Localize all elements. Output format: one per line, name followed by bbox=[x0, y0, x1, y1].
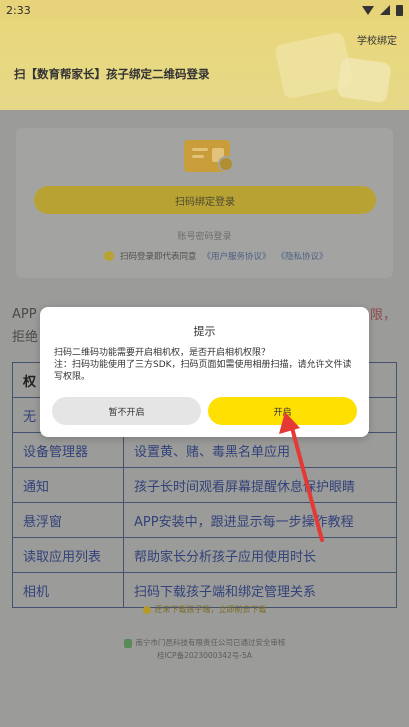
table-row: 读取应用列表 帮助家长分析孩子应用使用时长 bbox=[12, 537, 397, 573]
agreement-prefix: 扫码登录即代表同意 bbox=[120, 252, 197, 262]
scan-bind-login-button[interactable]: 扫码绑定登录 bbox=[34, 186, 376, 214]
table-row: 设备管理器 设置黄、赌、毒黑名单应用 bbox=[12, 432, 397, 468]
id-card-line bbox=[192, 148, 208, 151]
user-agreement-link[interactable]: 《用户服务协议》 bbox=[203, 250, 271, 262]
status-time: 2:33 bbox=[6, 3, 31, 17]
icp-number: 桂ICP备2023000342号-5A bbox=[157, 651, 252, 660]
download-child-app-link[interactable]: 还未下载孩子端，立即前去下载 bbox=[0, 604, 409, 615]
permission-desc: 扫码下载孩子端和绑定管理关系 bbox=[123, 572, 397, 608]
permission-name: 相机 bbox=[12, 572, 124, 608]
dialog-cancel-button[interactable]: 暂不开启 bbox=[52, 397, 201, 425]
id-badge-icon bbox=[218, 156, 234, 172]
permission-name: 通知 bbox=[12, 467, 124, 503]
permission-notice-line2: 拒绝 bbox=[12, 330, 39, 345]
permission-desc: 帮助家长分析孩子应用使用时长 bbox=[123, 537, 397, 573]
dialog-title: 提示 bbox=[193, 325, 216, 338]
warning-icon bbox=[142, 605, 151, 614]
company-text: 南宁市门邑科技有限责任公司已通过安全审核 bbox=[135, 638, 286, 647]
permission-name: 悬浮窗 bbox=[12, 502, 124, 538]
id-card-line bbox=[192, 155, 204, 158]
battery-icon bbox=[396, 4, 403, 16]
school-bind-link[interactable]: 学校绑定 bbox=[357, 32, 397, 47]
signal-icon bbox=[380, 5, 390, 15]
privacy-policy-link[interactable]: 《隐私协议》 bbox=[277, 250, 328, 262]
download-tip-text: 还未下载孩子端，立即前去下载 bbox=[154, 605, 267, 614]
agreement-checkbox[interactable] bbox=[104, 251, 114, 261]
permission-name: 设备管理器 bbox=[12, 432, 124, 468]
dialog-message: 扫码二维码功能需要开启相机权，是否开启相机权限？ 注：扫码功能使用了三方SDK，… bbox=[54, 347, 359, 383]
app-screen: 2:33 学校绑定 扫【数育帮家长】孩子绑定二维码登录 扫码绑定登录 账号密码登… bbox=[0, 0, 409, 727]
dialog-message-line2: 注：扫码功能使用了三方SDK，扫码页面如需使用相册扫描，请允许文件读写权限。 bbox=[54, 360, 352, 382]
dialog-message-line1: 扫码二维码功能需要开启相机权，是否开启相机权限？ bbox=[54, 348, 271, 358]
permission-dialog: 提示 扫码二维码功能需要开启相机权，是否开启相机权限？ 注：扫码功能使用了三方S… bbox=[40, 307, 369, 437]
header-banner: 学校绑定 扫【数育帮家长】孩子绑定二维码登录 bbox=[0, 20, 409, 110]
status-bar: 2:33 bbox=[0, 0, 409, 20]
table-row: 通知 孩子长时间观看屏幕提醒休息保护眼睛 bbox=[12, 467, 397, 503]
status-icons bbox=[362, 4, 403, 16]
permission-desc: APP安装中，跟进显示每一步操作教程 bbox=[123, 502, 397, 538]
shield-icon bbox=[123, 638, 132, 648]
permission-notice: APP bbox=[12, 307, 37, 322]
agreement-row: 扫码登录即代表同意 《用户服务协议》 《隐私协议》 bbox=[104, 250, 328, 262]
permission-notice-red: 限， bbox=[370, 308, 397, 323]
dialog-confirm-button[interactable]: 开启 bbox=[208, 397, 357, 425]
permission-desc: 孩子长时间观看屏幕提醒休息保护眼睛 bbox=[123, 467, 397, 503]
header-decoration-2 bbox=[336, 56, 392, 104]
scan-login-title: 扫【数育帮家长】孩子绑定二维码登录 bbox=[14, 67, 210, 81]
table-row: 悬浮窗 APP安装中，跟进显示每一步操作教程 bbox=[12, 502, 397, 538]
table-row: 相机 扫码下载孩子端和绑定管理关系 bbox=[12, 572, 397, 608]
wifi-icon bbox=[362, 5, 374, 15]
permission-desc: 设置黄、赌、毒黑名单应用 bbox=[123, 432, 397, 468]
password-login-link[interactable]: 账号密码登录 bbox=[0, 229, 409, 242]
permission-name: 读取应用列表 bbox=[12, 537, 124, 573]
company-info: 南宁市门邑科技有限责任公司已通过安全审核 bbox=[0, 637, 409, 648]
